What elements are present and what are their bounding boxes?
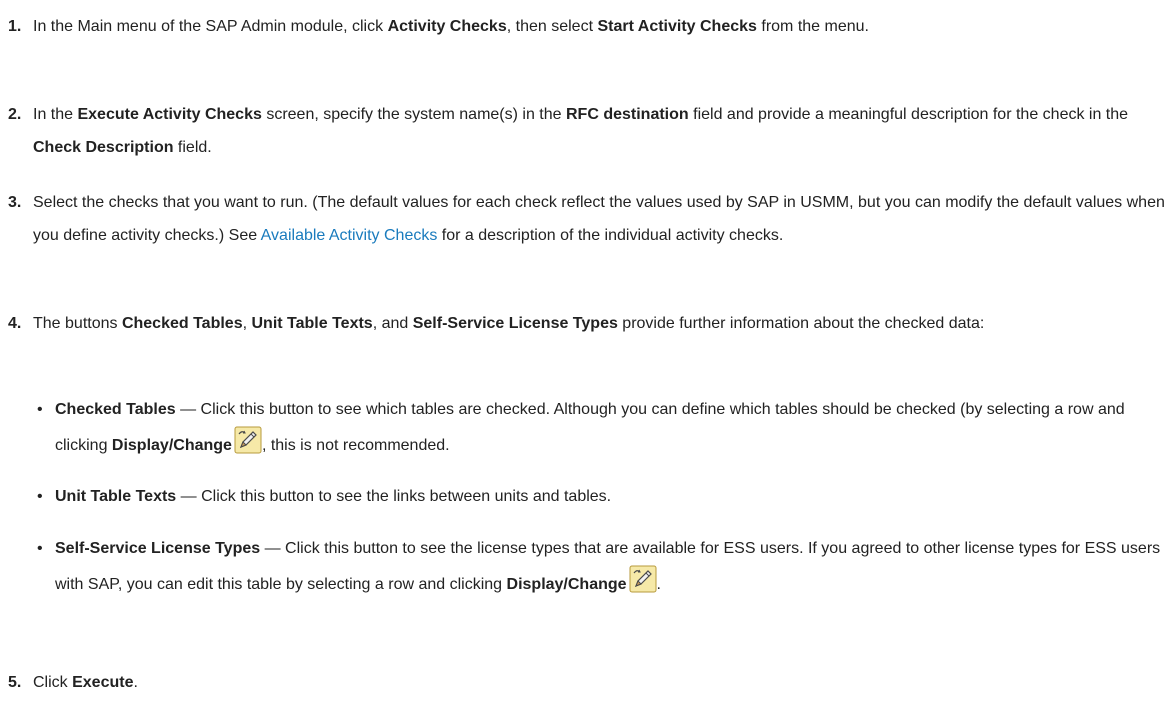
text: Click xyxy=(33,674,73,691)
bullet-text: Checked Tables — Click this button to se… xyxy=(55,393,1172,462)
ui-term-unit-table-texts: Unit Table Texts xyxy=(55,488,177,505)
step-number: 4. xyxy=(8,315,22,332)
step-number: 2. xyxy=(8,106,22,123)
ui-term-execute: Execute xyxy=(72,674,134,691)
step-text: In the Execute Activity Checks screen, s… xyxy=(33,98,1172,164)
step-text: The buttons Checked Tables, Unit Table T… xyxy=(33,307,1172,340)
bullet-marker: • xyxy=(37,401,43,418)
step-text: Click Execute. xyxy=(33,666,1172,699)
step-number: 3. xyxy=(8,194,22,211)
ui-term-rfc-destination: RFC destination xyxy=(566,106,689,123)
ui-term-activity-checks: Activity Checks xyxy=(387,18,507,35)
text: . xyxy=(656,576,661,593)
text: provide further information about the ch… xyxy=(617,315,985,332)
bullet-unit-table-texts: • Unit Table Texts — Click this button t… xyxy=(0,480,1172,513)
bullet-self-service-license-types: • Self-Service License Types — Click thi… xyxy=(0,532,1172,601)
ui-term-display-change: Display/Change xyxy=(111,437,232,454)
ui-term-self-service-license-types: Self-Service License Types xyxy=(412,315,618,332)
step-4: 4. The buttons Checked Tables, Unit Tabl… xyxy=(0,307,1172,340)
pencil-edit-icon xyxy=(234,426,262,454)
text: for a description of the individual acti… xyxy=(437,227,784,244)
step-text: Select the checks that you want to run. … xyxy=(33,186,1172,252)
text: The buttons xyxy=(33,315,122,332)
text: field and provide a meaningful descripti… xyxy=(688,106,1129,123)
step-number: 1. xyxy=(8,18,22,35)
text: , this is not recommended. xyxy=(261,437,450,454)
bullet-text: Unit Table Texts — Click this button to … xyxy=(55,480,1172,513)
text: . xyxy=(133,674,138,691)
text: In the Main menu of the SAP Admin module… xyxy=(33,18,388,35)
pencil-edit-icon xyxy=(629,565,657,593)
text: — Click this button to see the links bet… xyxy=(176,488,612,505)
text: from the menu. xyxy=(756,18,869,35)
bullet-marker: • xyxy=(37,540,43,557)
ui-term-display-change: Display/Change xyxy=(506,576,627,593)
ui-term-checked-tables: Checked Tables xyxy=(55,401,176,418)
step-5: 5. Click Execute. xyxy=(0,666,1172,699)
instructions-page: 1. In the Main menu of the SAP Admin mod… xyxy=(0,0,1172,709)
ui-term-start-activity-checks: Start Activity Checks xyxy=(597,18,757,35)
bullet-marker: • xyxy=(37,488,43,505)
available-activity-checks-link[interactable]: Available Activity Checks xyxy=(261,227,438,244)
step-2: 2. In the Execute Activity Checks screen… xyxy=(0,98,1172,164)
text: , then select xyxy=(506,18,598,35)
ui-term-self-service-license-types: Self-Service License Types xyxy=(55,540,261,557)
ui-term-unit-table-texts: Unit Table Texts xyxy=(251,315,373,332)
ui-term-checked-tables: Checked Tables xyxy=(121,315,243,332)
step-number: 5. xyxy=(8,674,22,691)
bullet-checked-tables: • Checked Tables — Click this button to … xyxy=(0,393,1172,462)
ui-term-check-description: Check Description xyxy=(33,139,174,156)
text: field. xyxy=(173,139,212,156)
ui-term-execute-activity-checks: Execute Activity Checks xyxy=(77,106,262,123)
bullet-text: Self-Service License Types — Click this … xyxy=(55,532,1172,601)
step-3: 3. Select the checks that you want to ru… xyxy=(0,186,1172,252)
text: , and xyxy=(372,315,413,332)
step-text: In the Main menu of the SAP Admin module… xyxy=(33,10,1172,43)
step-1: 1. In the Main menu of the SAP Admin mod… xyxy=(0,10,1172,43)
text: screen, specify the system name(s) in th… xyxy=(261,106,566,123)
text: In the xyxy=(33,106,78,123)
